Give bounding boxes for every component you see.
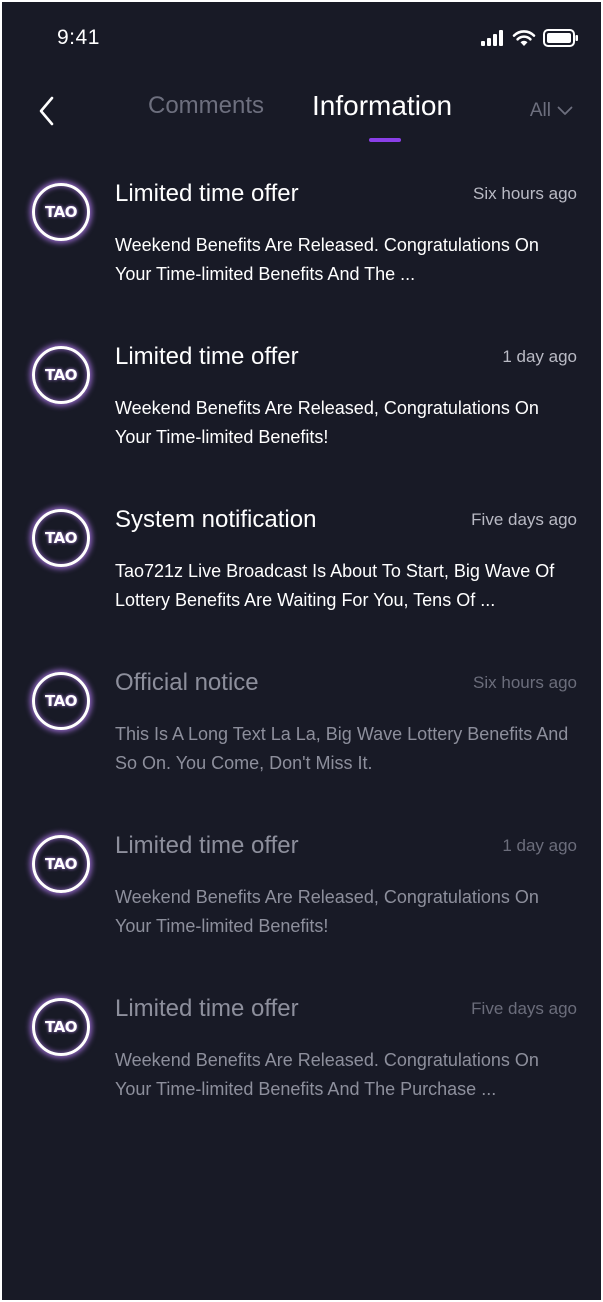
message-item[interactable]: TAO System notification Five days ago Ta…: [2, 493, 601, 656]
message-time: Five days ago: [471, 999, 577, 1018]
message-item[interactable]: TAO Official notice Six hours ago This I…: [2, 656, 601, 819]
tao-logo-avatar: TAO: [32, 672, 90, 730]
status-bar: 9:41: [2, 2, 601, 72]
message-body: Weekend Benefits Are Released. Congratul…: [115, 1050, 539, 1099]
chevron-down-icon: [557, 106, 573, 115]
message-title: Limited time offer: [115, 832, 299, 859]
tao-logo-avatar: TAO: [32, 835, 90, 893]
avatar-label: TAO: [45, 1018, 77, 1036]
tab-information[interactable]: Information: [312, 90, 452, 122]
back-button[interactable]: [30, 94, 64, 128]
filter-label: All: [529, 100, 551, 121]
notification-screen: 9:41 Comments Information All TAO Limite…: [2, 2, 601, 1300]
chevron-left-icon: [39, 96, 54, 126]
message-time: Five days ago: [471, 510, 577, 529]
active-tab-indicator: [369, 138, 401, 142]
message-time: Six hours ago: [473, 184, 577, 203]
message-title: Limited time offer: [115, 180, 299, 207]
message-time: 1 day ago: [502, 836, 577, 855]
message-title: Official notice: [115, 669, 259, 696]
message-title: Limited time offer: [115, 343, 299, 370]
tao-logo-avatar: TAO: [32, 346, 90, 404]
message-list: TAO Limited time offer Six hours ago Wee…: [2, 167, 601, 1145]
avatar-label: TAO: [45, 366, 77, 384]
message-time: 1 day ago: [502, 347, 577, 366]
tao-logo-avatar: TAO: [32, 998, 90, 1056]
tab-comments[interactable]: Comments: [148, 92, 264, 120]
avatar-label: TAO: [45, 855, 77, 873]
message-item[interactable]: TAO Limited time offer 1 day ago Weekend…: [2, 819, 601, 982]
message-title: Limited time offer: [115, 995, 299, 1022]
battery-icon: [543, 28, 579, 52]
signal-icon: [481, 29, 505, 51]
filter-dropdown[interactable]: All: [530, 100, 573, 122]
top-navigation: Comments Information All: [2, 82, 601, 152]
wifi-icon: [512, 29, 536, 52]
message-item[interactable]: TAO Limited time offer Five days ago Wee…: [2, 982, 601, 1145]
message-body: Weekend Benefits Are Released, Congratul…: [115, 887, 539, 936]
avatar-label: TAO: [45, 203, 77, 221]
message-time: Six hours ago: [473, 673, 577, 692]
status-icons: [481, 28, 579, 52]
avatar-label: TAO: [45, 529, 77, 547]
message-item[interactable]: TAO Limited time offer Six hours ago Wee…: [2, 167, 601, 330]
message-body: This Is A Long Text La La, Big Wave Lott…: [115, 724, 569, 773]
tao-logo-avatar: TAO: [32, 509, 90, 567]
message-body: Weekend Benefits Are Released. Congratul…: [115, 235, 539, 284]
status-time: 9:41: [57, 26, 100, 49]
message-title: System notification: [115, 506, 317, 533]
message-body: Tao721z Live Broadcast Is About To Start…: [115, 561, 555, 610]
message-item[interactable]: TAO Limited time offer 1 day ago Weekend…: [2, 330, 601, 493]
avatar-label: TAO: [45, 692, 77, 710]
tao-logo-avatar: TAO: [32, 183, 90, 241]
message-body: Weekend Benefits Are Released, Congratul…: [115, 398, 539, 447]
